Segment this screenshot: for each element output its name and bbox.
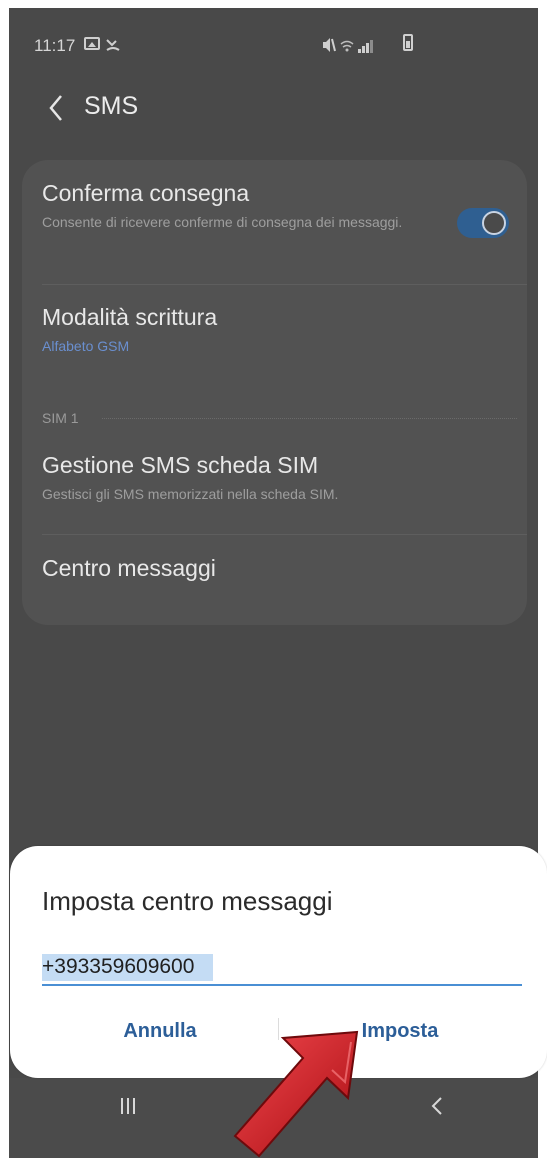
status-bar: 11:17 [9, 8, 538, 78]
delivery-report-toggle[interactable] [457, 208, 509, 238]
back-icon[interactable] [427, 1092, 447, 1120]
setting-message-center[interactable]: Centro messaggi [42, 555, 507, 582]
setting-delivery-report[interactable]: Conferma consegna Consente di ricevere c… [42, 180, 437, 231]
message-center-number-input[interactable] [42, 952, 522, 986]
mute-icon [323, 38, 336, 52]
signal-icon [358, 39, 373, 53]
toggle-knob [482, 211, 506, 235]
red-arrow-icon [233, 1030, 359, 1158]
setting-title: Modalità scrittura [42, 304, 218, 330]
battery-icon [403, 34, 413, 51]
divider [42, 534, 527, 535]
settings-card: Conferma consegna Consente di ricevere c… [22, 160, 527, 625]
page-title: SMS [84, 92, 139, 120]
setting-subtitle: Consente di ricevere conferme di consegn… [42, 214, 403, 230]
setting-value: Alfabeto GSM [42, 338, 130, 354]
setting-subtitle: Gestisci gli SMS memorizzati nella sched… [42, 486, 339, 502]
missed-call-icon [106, 39, 120, 51]
chevron-left-icon[interactable] [39, 88, 75, 128]
dialog-title: Imposta centro messaggi [42, 886, 333, 916]
setting-input-mode[interactable]: Modalità scrittura Alfabeto GSM [42, 304, 507, 355]
gallery-icon [84, 37, 100, 50]
recents-icon[interactable] [121, 1098, 135, 1114]
setting-title: Conferma consegna [42, 180, 250, 206]
wifi-icon [340, 40, 354, 52]
section-divider [102, 418, 517, 419]
setting-manage-sim[interactable]: Gestione SMS scheda SIM Gestisci gli SMS… [42, 452, 507, 503]
status-time: 11:17 [34, 36, 76, 55]
setting-title: Gestione SMS scheda SIM [42, 452, 319, 478]
section-label-sim: SIM 1 [42, 410, 79, 426]
setting-title: Centro messaggi [42, 555, 216, 581]
signal-cluster [322, 35, 373, 53]
divider [42, 284, 527, 285]
cancel-button[interactable]: Annulla [90, 1011, 230, 1051]
